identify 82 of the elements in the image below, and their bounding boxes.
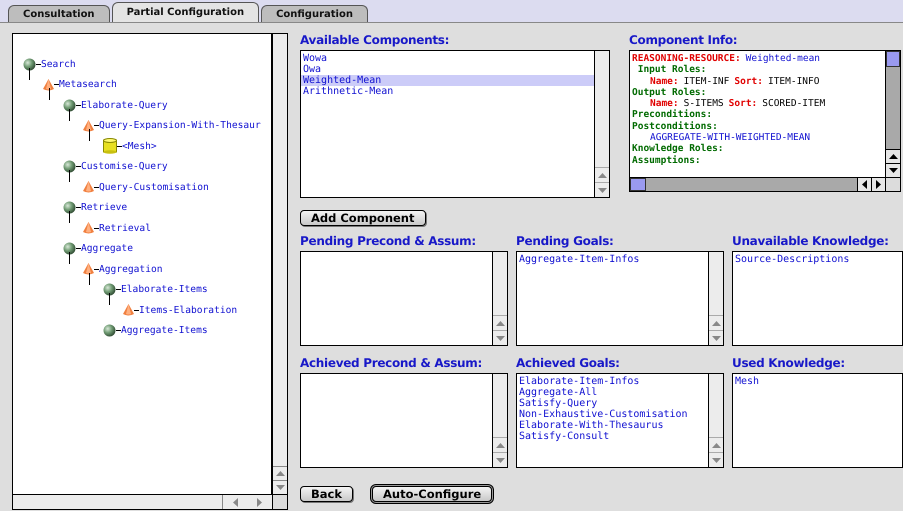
left-arrow-icon[interactable] bbox=[862, 180, 867, 189]
sphere-icon bbox=[63, 201, 76, 214]
list-item[interactable]: Owa bbox=[301, 64, 594, 75]
info-text: ITEM-INFO bbox=[768, 76, 820, 87]
tree-node[interactable]: Aggregation bbox=[99, 264, 163, 275]
info-text: Name: bbox=[650, 76, 679, 87]
sphere-icon bbox=[103, 324, 116, 338]
info-text: S-ITEMS bbox=[684, 98, 724, 110]
info-text: Postconditions: bbox=[632, 120, 718, 132]
list-item[interactable]: Non-Exhaustive-Customisation bbox=[517, 409, 708, 420]
default-button[interactable]: Auto-Configure bbox=[372, 486, 492, 502]
list-item[interactable]: Arithnetic-Mean bbox=[301, 86, 594, 97]
info-text: ITEM-INF bbox=[684, 76, 730, 87]
list-item[interactable]: Wowa bbox=[301, 53, 594, 64]
section-heading: Achieved Goals: bbox=[516, 356, 621, 372]
list-item[interactable]: Aggregate-Item-Infos bbox=[517, 254, 708, 265]
sphere-icon bbox=[103, 283, 116, 296]
sphere-icon bbox=[63, 242, 76, 256]
section-heading: Pending Precond & Assum: bbox=[300, 234, 477, 250]
tab[interactable]: Consultation bbox=[8, 5, 110, 22]
tree-node[interactable]: Aggregate-Items bbox=[121, 325, 208, 336]
cylinder-icon bbox=[103, 138, 117, 154]
tree-node[interactable]: Query-Expansion-With-Thesaur bbox=[99, 120, 261, 132]
info-text: AGGREGATE-WITH-WEIGHTED-MEAN bbox=[650, 132, 810, 144]
tree-node[interactable]: Customise-Query bbox=[81, 161, 168, 172]
tab[interactable]: Partial Configuration bbox=[112, 2, 260, 22]
cone-icon bbox=[83, 222, 94, 234]
cone-icon bbox=[83, 181, 94, 194]
cone-icon bbox=[123, 304, 134, 316]
tree-node[interactable]: Elaborate-Query bbox=[81, 100, 168, 111]
tree-node[interactable]: Search bbox=[41, 58, 76, 70]
list-item[interactable]: Satisfy-Consult bbox=[517, 431, 708, 442]
sphere-icon bbox=[63, 160, 76, 174]
info-text: Sort: bbox=[734, 76, 763, 87]
horizontal-scrollbar[interactable] bbox=[630, 177, 885, 191]
info-text: Weighted-mean bbox=[746, 53, 820, 64]
info-text: Input Roles: bbox=[636, 64, 706, 76]
right-arrow-icon[interactable] bbox=[876, 180, 881, 189]
list-item[interactable]: Elaborate-With-Thesaurus bbox=[517, 420, 708, 431]
sphere-icon bbox=[23, 58, 36, 71]
push-button[interactable]: Back bbox=[300, 486, 353, 502]
info-text: Name: bbox=[650, 98, 679, 110]
tree-node[interactable]: Query-Customisation bbox=[99, 182, 209, 193]
section-heading: Unavailable Knowledge: bbox=[732, 234, 890, 250]
add-component-button[interactable]: Add Component bbox=[300, 210, 426, 226]
list-item[interactable]: Mesh bbox=[733, 376, 902, 387]
scroll-thumb[interactable] bbox=[630, 178, 646, 191]
section-heading: Pending Goals: bbox=[516, 234, 615, 250]
tree-node[interactable]: Elaborate-Items bbox=[121, 284, 208, 296]
info-text: Preconditions: bbox=[632, 109, 712, 121]
vertical-scrollbar[interactable] bbox=[885, 51, 900, 177]
list-item[interactable]: Satisfy-Query bbox=[517, 398, 708, 409]
down-arrow-icon[interactable] bbox=[888, 168, 898, 173]
tree-node[interactable]: Metasearch bbox=[59, 79, 117, 90]
list-item[interactable]: Source-Descriptions bbox=[733, 254, 902, 265]
section-heading: Achieved Precond & Assum: bbox=[300, 356, 484, 372]
info-text: SCORED-ITEM bbox=[762, 98, 826, 110]
tree-node[interactable]: Retrieve bbox=[81, 202, 128, 214]
scrollbar-corner bbox=[885, 177, 900, 191]
info-text: Output Roles: bbox=[632, 86, 706, 98]
info-text: Sort: bbox=[728, 98, 758, 110]
info-text-area[interactable] bbox=[629, 50, 901, 192]
cone-icon bbox=[43, 78, 54, 91]
tree-node[interactable]: Retrieval bbox=[99, 222, 151, 234]
sphere-icon bbox=[63, 98, 76, 112]
list-item[interactable]: Aggregate-All bbox=[517, 387, 708, 398]
section-heading: Available Components: bbox=[300, 33, 450, 49]
section-heading: Component Info: bbox=[629, 33, 738, 49]
tree-node[interactable]: Items-Elaboration bbox=[139, 304, 238, 316]
tree-node[interactable]: Aggregate bbox=[81, 243, 133, 254]
tab[interactable]: Configuration bbox=[261, 5, 368, 22]
list-item[interactable]: Weighted-Mean bbox=[301, 75, 594, 86]
section-heading: Used Knowledge: bbox=[732, 356, 846, 372]
info-text: Assumptions: bbox=[632, 154, 701, 166]
scroll-thumb[interactable] bbox=[886, 51, 900, 67]
up-arrow-icon[interactable] bbox=[888, 154, 898, 159]
info-text: Knowledge Roles: bbox=[632, 143, 724, 155]
tree-node[interactable]: <Mesh> bbox=[122, 140, 157, 152]
cone-icon bbox=[83, 120, 94, 132]
info-text: REASONING-RESOURCE: bbox=[632, 53, 741, 64]
list-item[interactable]: Elaborate-Item-Infos bbox=[517, 376, 708, 387]
cone-icon bbox=[83, 263, 94, 276]
